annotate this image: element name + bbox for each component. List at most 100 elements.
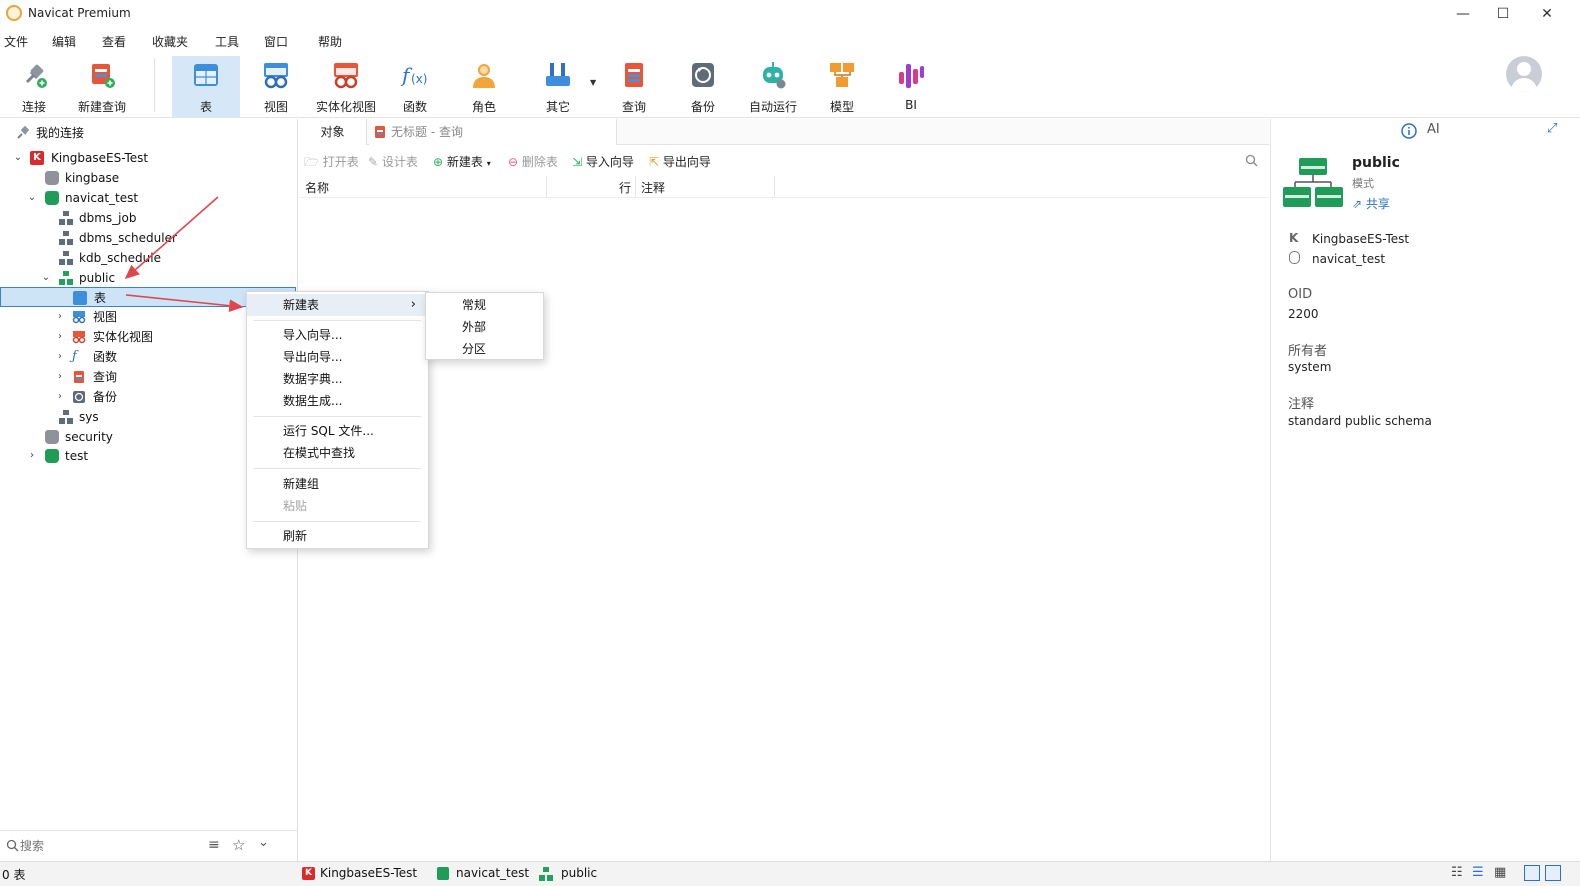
toolbar-role-button[interactable]: 角色: [450, 56, 518, 116]
database-icon: [45, 171, 59, 185]
list-view-icon[interactable]: ☷: [1451, 865, 1463, 880]
tree-schema-dbms-job[interactable]: dbms_job: [0, 208, 298, 228]
toolbar-function-button[interactable]: f (x) 函数: [381, 56, 449, 116]
chevron-down-icon[interactable]: ⌄: [40, 268, 52, 288]
navigation-search-bar: ≡ ☆ ⌄: [0, 830, 298, 860]
toolbar-model-button[interactable]: 模型: [808, 56, 876, 116]
column-comment-header[interactable]: 注释: [641, 179, 665, 196]
plus-circle-icon: ⊕: [433, 155, 444, 169]
tree-schema-dbms-scheduler[interactable]: dbms_scheduler: [0, 228, 298, 248]
info-pane: AI ⤢ public 模式 ⇗ 共享 K KingbaseES-Test na…: [1270, 119, 1580, 861]
search-input[interactable]: [20, 836, 190, 856]
toolbar-other-button[interactable]: 其它: [524, 56, 592, 116]
filter-icon[interactable]: ≡: [208, 837, 220, 853]
expand-icon[interactable]: ⤢: [1547, 121, 1557, 136]
submenu-partition[interactable]: 分区: [426, 338, 543, 360]
ctx-data-generation[interactable]: 数据生成...: [247, 390, 428, 412]
view-icon: [72, 311, 86, 324]
menu-favorites[interactable]: 收藏夹: [152, 33, 188, 50]
chevron-right-icon[interactable]: ›: [26, 446, 38, 466]
toolbar-backup-button[interactable]: 备份: [669, 56, 737, 116]
tree-root-my-connections[interactable]: 我的连接: [0, 123, 298, 143]
context-menu: 新建表 › 导入向导... 导出向导... 数据字典... 数据生成... 运行 …: [246, 291, 429, 549]
user-avatar[interactable]: [1506, 56, 1542, 92]
function-icon: ƒ: [72, 349, 77, 364]
ctx-new-group[interactable]: 新建组: [247, 473, 428, 495]
chevron-right-icon[interactable]: ›: [54, 387, 66, 407]
menu-edit[interactable]: 编辑: [52, 33, 76, 50]
share-link[interactable]: ⇗ 共享: [1352, 195, 1390, 212]
close-window-button[interactable]: ✕: [1524, 0, 1570, 28]
tree-schema-kdb-schedule[interactable]: kdb_schedule: [0, 248, 298, 268]
toolbar-query-button[interactable]: 查询: [600, 56, 668, 116]
column-rows-header[interactable]: 行: [619, 179, 631, 196]
ai-button[interactable]: AI: [1427, 122, 1440, 137]
chevron-down-icon[interactable]: ▼: [590, 78, 596, 87]
right-panel-toggle-icon[interactable]: [1545, 865, 1561, 881]
chevron-right-icon[interactable]: ›: [54, 327, 66, 347]
toolbar-materialized-view-button[interactable]: 实体化视图: [312, 56, 380, 116]
tree-db-kingbase[interactable]: kingbase: [0, 168, 298, 188]
toolbar-automation-button[interactable]: 自动运行: [739, 56, 807, 116]
new-table-button[interactable]: ⊕ 新建表 ▾: [433, 153, 491, 170]
open-table-button[interactable]: 🗁 打开表: [304, 153, 359, 174]
schema-icon: [59, 211, 73, 225]
share-icon: ⇗: [1352, 197, 1363, 211]
import-wizard-button[interactable]: ⇲ 导入向导: [572, 153, 634, 170]
maximize-button[interactable]: ☐: [1480, 0, 1526, 28]
backup-icon: [692, 63, 714, 87]
ctx-data-dictionary[interactable]: 数据字典...: [247, 368, 428, 390]
menu-help[interactable]: 帮助: [318, 33, 342, 50]
info-icon[interactable]: [1401, 123, 1417, 139]
star-icon[interactable]: ☆: [232, 836, 245, 854]
design-table-button[interactable]: ✎ 设计表: [368, 153, 418, 170]
chevron-down-icon[interactable]: ⌄: [12, 148, 24, 168]
export-wizard-button[interactable]: ⇱ 导出向导: [649, 153, 711, 170]
toolbar-new-query-button[interactable]: 新建查询: [68, 56, 136, 116]
chevron-down-icon[interactable]: ⌄: [26, 188, 38, 208]
chevron-right-icon[interactable]: ›: [54, 367, 66, 387]
menu-window[interactable]: 窗口: [264, 33, 288, 50]
left-panel-toggle-icon[interactable]: [1524, 865, 1540, 881]
ctx-run-sql-file[interactable]: 运行 SQL 文件...: [247, 420, 428, 442]
tree-connection-kingbasees[interactable]: ⌄ K KingbaseES-Test: [0, 148, 298, 168]
chevron-right-icon[interactable]: ›: [54, 347, 66, 367]
detail-view-icon[interactable]: ☰: [1472, 865, 1484, 880]
tree-label: dbms_scheduler: [79, 231, 177, 245]
ctx-export-wizard[interactable]: 导出向导...: [247, 346, 428, 368]
submenu-normal[interactable]: 常规: [426, 294, 543, 316]
share-label: 共享: [1365, 197, 1390, 211]
toolbar-table-button[interactable]: 表: [172, 56, 240, 118]
new-query-icon: [92, 64, 115, 88]
new-table-submenu: 常规 外部 分区: [425, 292, 544, 360]
tab-query[interactable]: 无标题 - 查询: [369, 119, 617, 145]
database-icon: [45, 449, 59, 463]
toolbar-view-button[interactable]: 视图: [242, 56, 310, 116]
search-icon[interactable]: [1245, 154, 1258, 167]
tree-label: dbms_job: [79, 211, 137, 225]
ctx-new-table[interactable]: 新建表 ›: [247, 294, 428, 316]
menu-file[interactable]: 文件: [4, 33, 28, 50]
tab-objects[interactable]: 对象: [299, 119, 367, 145]
oid-label: OID: [1288, 287, 1313, 302]
tree-db-navicat-test[interactable]: ⌄ navicat_test: [0, 188, 298, 208]
toolbar-connect-button[interactable]: 连接: [0, 56, 68, 116]
grid-view-icon[interactable]: ▦: [1494, 865, 1506, 880]
role-icon: [473, 64, 495, 88]
chevron-right-icon[interactable]: ›: [54, 307, 66, 327]
collapse-icon[interactable]: ⌄: [258, 835, 269, 850]
submenu-foreign[interactable]: 外部: [426, 316, 543, 338]
toolbar-bi-button[interactable]: BI: [877, 56, 945, 116]
column-name-header[interactable]: 名称: [305, 179, 329, 196]
toolbar-label: 函数: [402, 100, 427, 114]
tree-schema-public[interactable]: ⌄ public: [0, 268, 298, 288]
menu-view[interactable]: 查看: [102, 33, 126, 50]
delete-table-button[interactable]: ⊖ 删除表: [508, 153, 558, 170]
ctx-paste[interactable]: 粘贴: [247, 495, 428, 517]
ctx-find-in-schema[interactable]: 在模式中查找: [247, 442, 428, 464]
menu-separator: [253, 416, 421, 417]
menu-tools[interactable]: 工具: [215, 33, 239, 50]
schema-icon: [59, 410, 73, 424]
ctx-refresh[interactable]: 刷新: [247, 525, 428, 547]
ctx-import-wizard[interactable]: 导入向导...: [247, 324, 428, 346]
